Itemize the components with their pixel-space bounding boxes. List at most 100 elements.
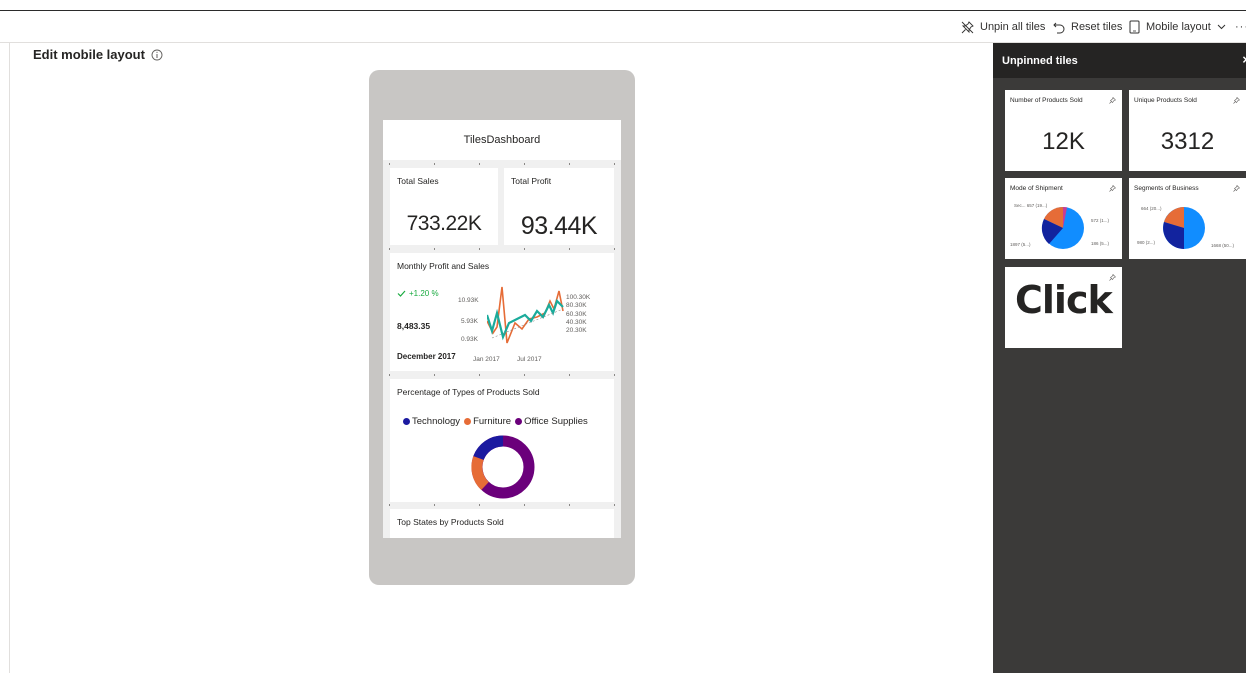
unpinned-tiles-panel: Unpinned tiles × Number of Products Sold… (993, 43, 1246, 673)
total-profit-title: Total Profit (511, 176, 552, 186)
phone-screen: TilesDashboard Total Sales 733.22K Total… (383, 120, 621, 538)
panel-title: Unpinned tiles (1002, 54, 1078, 67)
donut-slice-technology (473, 435, 504, 461)
unpin-all-tiles-button[interactable]: Unpin all tiles (961, 11, 1045, 43)
page-title-text: Edit mobile layout (33, 47, 145, 62)
right-axis-tick: 80.30K (566, 302, 587, 310)
unpinned-tile-unique-sold[interactable]: Unique Products Sold 3312 (1129, 90, 1246, 171)
legend-dot (515, 418, 523, 425)
grid-dot (434, 374, 435, 376)
kpi-value: 8,483.35 (397, 321, 431, 331)
x-axis-tick: Jul 2017 (517, 356, 542, 363)
grid-dot (389, 504, 390, 506)
pin-icon[interactable] (1109, 97, 1116, 104)
x-axis-tick: Jan 2017 (473, 356, 500, 363)
reset-tiles-button[interactable]: Reset tiles (1053, 11, 1122, 43)
unpin-all-label: Unpin all tiles (980, 21, 1046, 33)
legend-item-technology: Technology (403, 416, 460, 427)
tile-title: Unique Products Sold (1134, 97, 1197, 104)
total-sales-value: 733.22K (406, 212, 482, 235)
grid-dot (614, 248, 615, 250)
kpi-period: December 2017 (397, 352, 456, 361)
percentage-legend: Technology Furniture Office Supplies (403, 416, 592, 427)
grid-dot (434, 248, 435, 250)
left-divider (9, 43, 10, 673)
info-icon[interactable] (151, 49, 163, 61)
grid-dot (524, 374, 525, 376)
pin-icon[interactable] (1233, 185, 1240, 192)
unpin-icon (961, 20, 974, 33)
legend-dot (403, 418, 410, 425)
right-axis-tick: 60.30K (566, 310, 587, 318)
total-profit-value: 93.44K (520, 212, 598, 240)
unpinned-tile-click[interactable]: Click (1005, 267, 1122, 348)
mobile-layout-label: Mobile layout (1146, 21, 1211, 33)
grid-dot (569, 374, 570, 376)
tile-value: 3312 (1160, 128, 1215, 155)
total-profit-tile[interactable]: Total Profit 93.44K (504, 168, 614, 245)
grid-dot (389, 374, 390, 376)
grid-dot (614, 504, 615, 506)
left-axis-tick: 10.93K (458, 297, 479, 304)
tile-title: Mode of Shipment (1010, 185, 1063, 192)
total-sales-title: Total Sales (397, 176, 439, 186)
grid-dot (434, 163, 435, 165)
grid-dot (614, 374, 615, 376)
page-title: Edit mobile layout (33, 47, 163, 62)
grid-dot (569, 248, 570, 250)
pin-icon[interactable] (1109, 185, 1116, 192)
right-axis-tick: 40.30K (566, 318, 587, 326)
close-icon[interactable]: × (1242, 52, 1246, 67)
grid-dot (524, 248, 525, 250)
kpi-change-text: +1.20 % (409, 289, 439, 298)
chevron-down-icon (1217, 24, 1226, 30)
pie-label: 1897 (5...) (1010, 242, 1031, 247)
grid-dot (524, 163, 525, 165)
segments-pie-chart (1163, 207, 1205, 249)
legend-label: Furniture (473, 416, 512, 427)
left-axis-tick: 0.93K (461, 336, 478, 343)
right-axis-ticks: 100.30K 80.30K 60.30K 40.30K 20.30K (566, 294, 590, 335)
click-text: Click (1015, 278, 1113, 322)
grid-dot (479, 374, 480, 376)
profit-line (487, 298, 564, 341)
grid-dot (569, 504, 570, 506)
panel-header: Unpinned tiles × (993, 43, 1246, 78)
tile-title: Segments of Business (1134, 185, 1199, 192)
pie-label: 980 (2...) (1137, 240, 1156, 245)
shipment-pie-chart (1041, 206, 1084, 249)
reset-tiles-label: Reset tiles (1071, 21, 1123, 33)
grid-dot (434, 504, 435, 506)
phone-icon (1129, 20, 1140, 34)
toolbar: Unpin all tiles Reset tiles Mobile layou… (0, 11, 1246, 43)
donut-slice-furniture (471, 456, 490, 490)
right-axis-tick: 100.30K (566, 294, 591, 301)
total-sales-tile[interactable]: Total Sales 733.22K (390, 168, 498, 245)
legend-label: Technology (412, 416, 461, 427)
pin-icon[interactable] (1233, 97, 1240, 104)
pie-label: 186 (5...) (1091, 241, 1110, 246)
unpinned-tile-number-sold[interactable]: Number of Products Sold 12K (1005, 90, 1122, 171)
pie-label: 664 (20...) (1141, 206, 1162, 211)
legend-item-office-supplies: Office Supplies (515, 416, 588, 427)
grid-dot (479, 163, 480, 165)
undo-icon (1053, 22, 1065, 33)
grid-dot (569, 163, 570, 165)
pie-label: 1668 (50...) (1211, 243, 1235, 248)
monthly-profit-sales-tile[interactable]: Monthly Profit and Sales +1.20 % 8,483.3… (390, 253, 614, 371)
mobile-layout-dropdown[interactable]: Mobile layout (1129, 11, 1232, 43)
legend-label: Office Supplies (524, 416, 588, 427)
tile-value: 12K (1042, 128, 1085, 155)
grid-dot (479, 248, 480, 250)
unpinned-tile-shipment[interactable]: Mode of Shipment Sec... 657 (19...) 572 … (1005, 178, 1122, 259)
top-states-title: Top States by Products Sold (397, 517, 504, 527)
left-axis-tick: 5.93K (461, 318, 478, 325)
legend-item-furniture: Furniture (464, 416, 511, 427)
percentage-title: Percentage of Types of Products Sold (397, 387, 540, 397)
unpinned-tile-segments[interactable]: Segments of Business 664 (20...) 980 (2.… (1129, 178, 1246, 259)
top-states-tile[interactable]: Top States by Products Sold (390, 509, 614, 538)
percentage-products-tile[interactable]: Percentage of Types of Products Sold Tec… (390, 379, 614, 502)
more-options-button[interactable]: ··· (1235, 11, 1246, 43)
checkmark-icon (397, 290, 406, 297)
grid-dot (389, 163, 390, 165)
